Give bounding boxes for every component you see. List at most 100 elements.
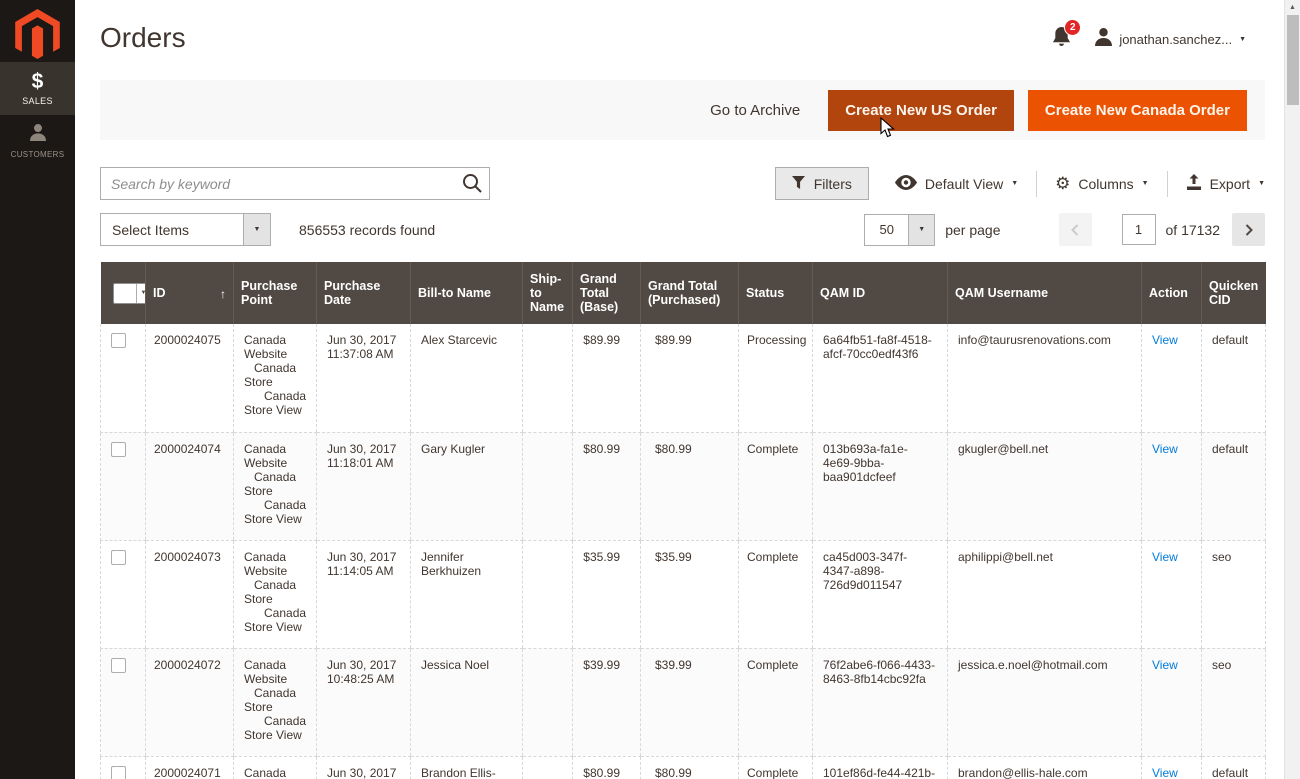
default-view-dropdown[interactable]: Default View ▼ [895, 175, 1018, 193]
cell-action: View [1142, 432, 1202, 540]
cell-action: View [1142, 756, 1202, 779]
select-all-dropdown[interactable]: ▼ [113, 283, 152, 304]
select-all-header: ▼ [101, 262, 146, 324]
user-menu[interactable]: jonathan.sanchez... ▼ [1095, 28, 1246, 51]
view-link[interactable]: View [1152, 658, 1178, 672]
cell-purchase-date: Jun 30, 201711:14:05 AM [317, 540, 411, 648]
sidebar-item-label: CUSTOMERS [11, 150, 65, 159]
orders-page: $ SALES CUSTOMERS Orders 2 jonathan.sanc… [0, 0, 1300, 779]
column-header-purchase-date[interactable]: Purchase Date [317, 262, 411, 324]
cell-id: 2000024073 [146, 540, 234, 648]
view-link[interactable]: View [1152, 333, 1178, 347]
user-avatar-icon [1095, 28, 1112, 51]
create-new-canada-order-button[interactable]: Create New Canada Order [1028, 90, 1247, 131]
scrollbar-thumb[interactable] [1287, 15, 1299, 105]
column-header-bill-to-name[interactable]: Bill-to Name [411, 262, 523, 324]
cell-ship-to-name [523, 648, 573, 756]
current-page-input[interactable] [1122, 214, 1156, 245]
search-box [100, 167, 490, 200]
column-header-status[interactable]: Status [739, 262, 813, 324]
column-header-quicken-cid[interactable]: Quicken CID [1202, 262, 1266, 324]
cell-qam-id: 6a64fb51-fa8f-4518-afcf-70cc0edf43f6 [813, 324, 948, 432]
sidebar-item-customers[interactable]: CUSTOMERS [0, 115, 75, 168]
records-found-text: 856553 records found [299, 222, 435, 238]
cell-bill-to-name: Jennifer Berkhuizen [411, 540, 523, 648]
export-icon [1186, 174, 1202, 193]
chevron-down-icon: ▼ [908, 215, 934, 245]
cell-id: 2000024075 [146, 324, 234, 432]
cell-grand-total-base: $35.99 [573, 540, 641, 648]
column-header-purchase-point[interactable]: Purchase Point [234, 262, 317, 324]
table-row: 2000024073 Canada WebsiteCanada StoreCan… [101, 540, 1266, 648]
next-page-button[interactable] [1232, 213, 1265, 246]
cell-purchase-date: Jun 30, 201711:18:01 AM [317, 432, 411, 540]
cell-quicken-cid: default [1202, 324, 1266, 432]
cell-grand-total-purchased: $39.99 [641, 648, 739, 756]
row-checkbox[interactable] [111, 766, 126, 779]
cell-action: View [1142, 648, 1202, 756]
notification-count-badge: 2 [1064, 19, 1081, 36]
scroll-up-icon[interactable]: ▲ [1285, 0, 1300, 14]
row-checkbox[interactable] [111, 550, 126, 565]
cell-qam-id: 101ef86d-fe44-421b- [813, 756, 948, 779]
total-pages-text: of 17132 [1166, 222, 1221, 238]
cell-grand-total-base: $89.99 [573, 324, 641, 432]
sidebar: $ SALES CUSTOMERS [0, 0, 75, 779]
magento-logo-icon[interactable] [15, 9, 60, 61]
row-checkbox[interactable] [111, 333, 126, 348]
filter-funnel-icon [792, 176, 805, 192]
column-header-grand-total-base[interactable]: Grand Total (Base) [573, 262, 641, 324]
page-title: Orders [100, 22, 186, 54]
per-page-select[interactable]: 50 ▼ [864, 214, 935, 246]
search-input[interactable] [100, 167, 490, 200]
table-row: 2000024075 Canada WebsiteCanada StoreCan… [101, 324, 1266, 432]
cell-qam-id: 013b693a-fa1e-4e69-9bba-baa901dcfeef [813, 432, 948, 540]
column-header-ship-to-name[interactable]: Ship-to Name [523, 262, 573, 324]
cell-id: 2000024071 [146, 756, 234, 779]
cell-checkbox [101, 324, 146, 432]
gear-icon: ⚙ [1055, 175, 1070, 192]
go-to-archive-link[interactable]: Go to Archive [710, 102, 800, 119]
cell-quicken-cid: default [1202, 756, 1266, 779]
cell-purchase-date: Jun 30, 201711:37:08 AM [317, 324, 411, 432]
bell-icon [1052, 34, 1071, 51]
column-header-id[interactable]: ID↑ [146, 262, 234, 324]
cell-quicken-cid: default [1202, 432, 1266, 540]
view-link[interactable]: View [1152, 442, 1178, 456]
export-label: Export [1210, 176, 1250, 192]
chevron-down-icon: ▼ [1011, 180, 1018, 187]
filters-button[interactable]: Filters [775, 167, 869, 200]
table-row: 2000024071 Canada Jun 30, 2017 Brandon E… [101, 756, 1266, 779]
cell-qam-username: jessica.e.noel@hotmail.com [948, 648, 1142, 756]
previous-page-button [1059, 213, 1092, 246]
cell-status: Complete [739, 756, 813, 779]
column-header-qam-id[interactable]: QAM ID [813, 262, 948, 324]
create-new-us-order-button[interactable]: Create New US Order [828, 90, 1014, 131]
row-checkbox[interactable] [111, 442, 126, 457]
column-header-grand-total-purchased[interactable]: Grand Total (Purchased) [641, 262, 739, 324]
cell-action: View [1142, 324, 1202, 432]
view-link[interactable]: View [1152, 550, 1178, 564]
cell-purchase-point: Canada WebsiteCanada StoreCanada Store V… [234, 648, 317, 756]
cell-grand-total-purchased: $35.99 [641, 540, 739, 648]
cell-qam-id: ca45d003-347f-4347-a898-726d9d011547 [813, 540, 948, 648]
notifications-button[interactable]: 2 [1052, 27, 1071, 52]
mass-action-select[interactable]: Select Items ▼ [100, 213, 271, 246]
columns-label: Columns [1078, 176, 1133, 192]
username: jonathan.sanchez... [1119, 32, 1232, 47]
cell-quicken-cid: seo [1202, 540, 1266, 648]
chevron-down-icon: ▼ [136, 284, 151, 303]
row-checkbox[interactable] [111, 658, 126, 673]
sidebar-item-sales[interactable]: $ SALES [0, 62, 75, 115]
export-dropdown[interactable]: Export ▼ [1186, 174, 1265, 193]
view-link[interactable]: View [1152, 766, 1178, 779]
column-header-qam-username[interactable]: QAM Username [948, 262, 1142, 324]
cell-qam-username: aphilippi@bell.net [948, 540, 1142, 648]
vertical-scrollbar[interactable]: ▲ [1284, 0, 1300, 779]
columns-dropdown[interactable]: ⚙ Columns ▼ [1055, 175, 1148, 192]
cell-purchase-point: Canada WebsiteCanada StoreCanada Store V… [234, 324, 317, 432]
column-header-action[interactable]: Action [1142, 262, 1202, 324]
pagination: 50 ▼ per page of 17132 [864, 213, 1265, 246]
search-icon[interactable] [461, 172, 483, 199]
cell-checkbox [101, 540, 146, 648]
